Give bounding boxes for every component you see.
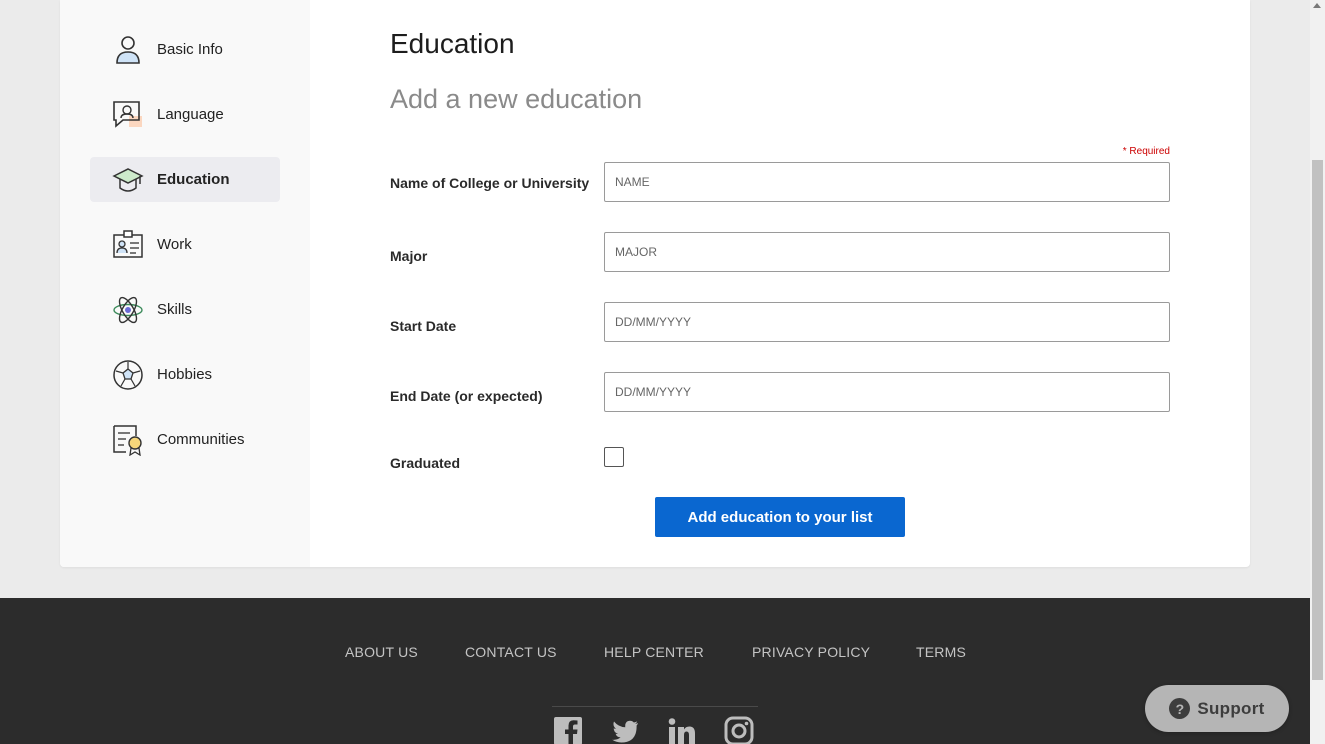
sidebar-item-label: Communities <box>157 431 245 448</box>
certificate-icon <box>113 425 142 456</box>
sidebar-item-label: Language <box>157 106 224 123</box>
footer-link-about-us[interactable]: ABOUT US <box>345 644 418 660</box>
major-label: Major <box>390 248 428 264</box>
sidebar-item-label: Work <box>157 236 192 253</box>
graduated-checkbox[interactable] <box>604 447 624 467</box>
form-subtitle: Add a new education <box>390 84 643 114</box>
support-button[interactable]: ? Support <box>1145 685 1289 732</box>
footer-link-terms[interactable]: TERMS <box>916 644 966 660</box>
college-label: Name of College or University <box>390 175 590 191</box>
sidebar-item-basic-info[interactable]: Basic Info <box>90 27 280 72</box>
sidebar: Basic Info Language Education Work Skill… <box>60 0 310 567</box>
college-name-input[interactable] <box>604 162 1170 202</box>
profile-card: Basic Info Language Education Work Skill… <box>60 0 1250 567</box>
site-footer: ABOUT US CONTACT US HELP CENTER PRIVACY … <box>0 598 1310 744</box>
footer-link-privacy-policy[interactable]: PRIVACY POLICY <box>752 644 870 660</box>
page-scrollbar[interactable] <box>1310 0 1325 744</box>
linkedin-icon[interactable] <box>667 716 697 744</box>
sidebar-item-label: Education <box>157 171 230 188</box>
footer-link-contact-us[interactable]: CONTACT US <box>465 644 557 660</box>
sidebar-item-education[interactable]: Education <box>90 157 280 202</box>
facebook-icon[interactable] <box>553 716 583 744</box>
footer-divider <box>552 706 758 707</box>
start-date-label: Start Date <box>390 318 457 334</box>
footer-link-help-center[interactable]: HELP CENTER <box>604 644 704 660</box>
scrollbar-thumb[interactable] <box>1312 160 1323 680</box>
sidebar-item-label: Basic Info <box>157 41 223 58</box>
end-date-label: End Date (or expected) <box>390 388 543 404</box>
person-icon <box>116 36 140 64</box>
speech-bubble-icon <box>113 101 142 128</box>
sidebar-item-communities[interactable]: Communities <box>90 417 280 462</box>
education-form-panel: Education Add a new education * Required… <box>390 0 1180 567</box>
sidebar-item-hobbies[interactable]: Hobbies <box>90 352 280 397</box>
sidebar-item-work[interactable]: Work <box>90 222 280 267</box>
sidebar-item-label: Hobbies <box>157 366 213 383</box>
start-date-input[interactable] <box>604 302 1170 342</box>
graduation-cap-icon <box>112 168 144 192</box>
twitter-icon[interactable] <box>610 716 640 744</box>
support-label: Support <box>1197 698 1265 718</box>
sidebar-item-label: Skills <box>157 301 193 318</box>
instagram-icon[interactable] <box>724 716 754 744</box>
end-date-input[interactable] <box>604 372 1170 412</box>
id-card-icon <box>113 230 143 258</box>
add-education-button[interactable]: Add education to your list <box>655 497 905 537</box>
soccer-ball-icon <box>113 360 143 390</box>
graduated-label: Graduated <box>390 455 461 471</box>
sidebar-item-skills[interactable]: Skills <box>90 287 280 332</box>
page-title: Education <box>390 28 515 59</box>
question-icon: ? <box>1169 698 1191 719</box>
sidebar-item-language[interactable]: Language <box>90 92 280 137</box>
atom-icon <box>113 296 143 324</box>
major-input[interactable] <box>604 232 1170 272</box>
scroll-up-arrow[interactable] <box>1313 3 1321 8</box>
required-note: * Required <box>1122 146 1170 157</box>
